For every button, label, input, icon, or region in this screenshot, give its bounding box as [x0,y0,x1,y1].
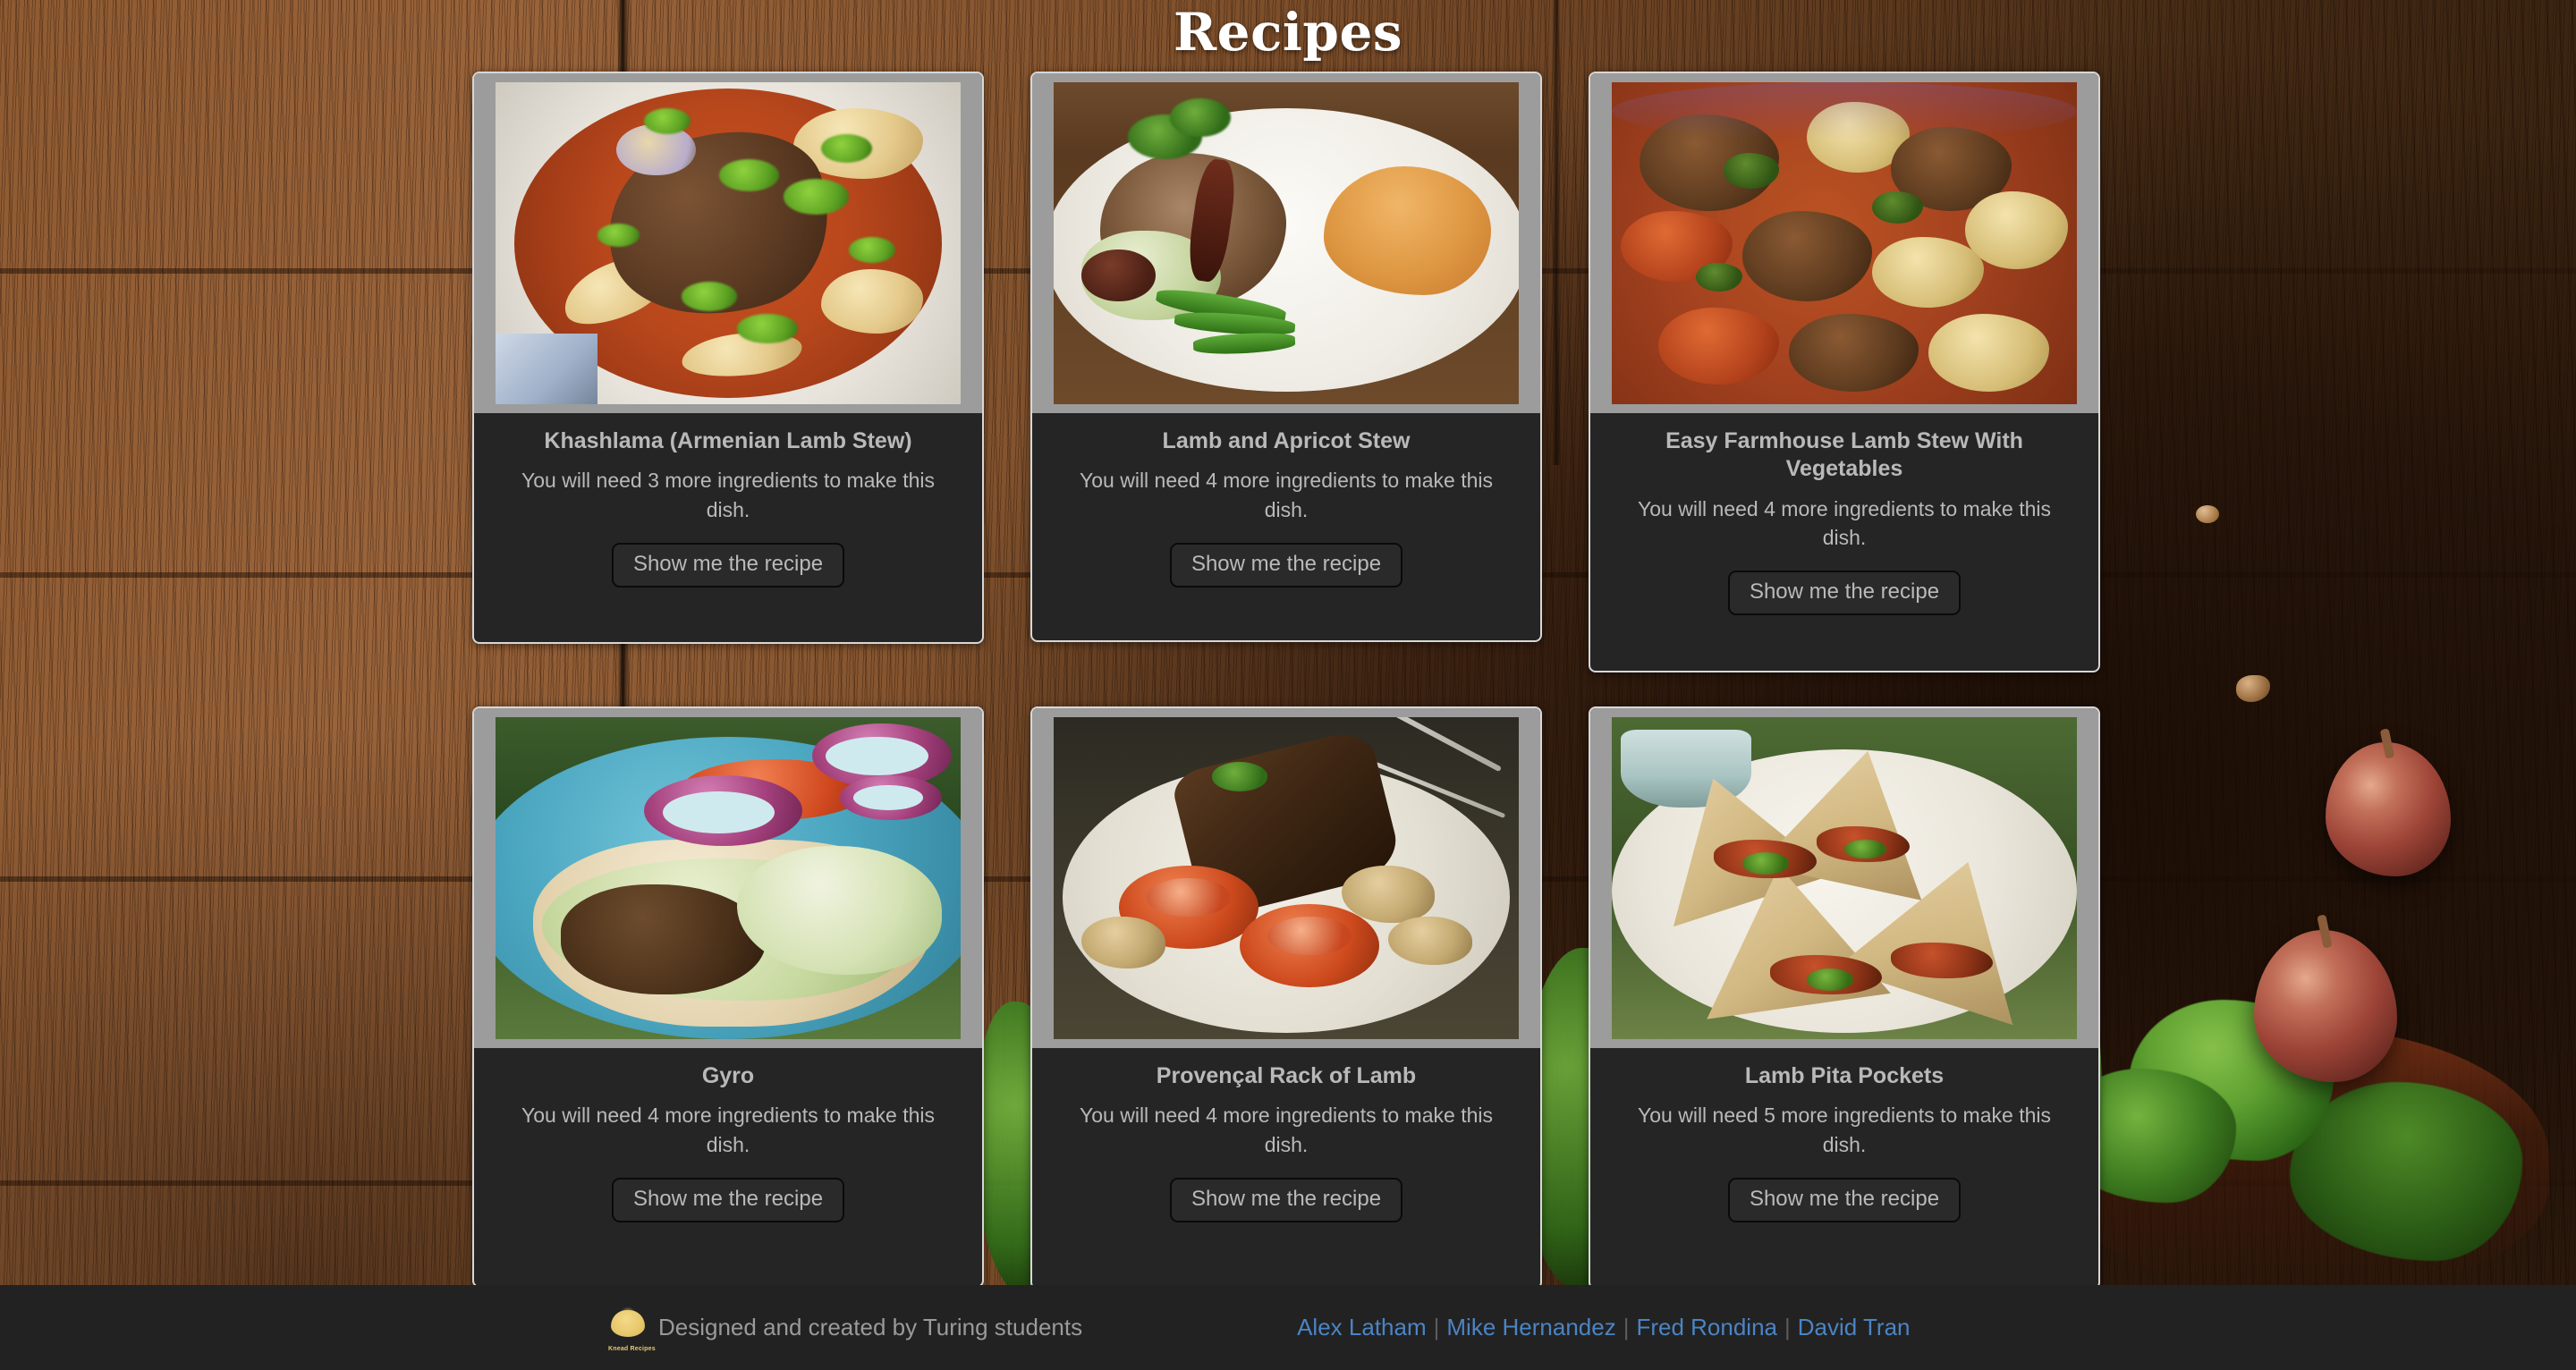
recipe-description: You will need 4 more ingredients to make… [521,1104,935,1156]
recipe-image [496,82,961,404]
recipe-description: You will need 3 more ingredients to make… [521,469,935,521]
logo-bread-loaf [611,1309,645,1337]
show-recipe-button[interactable]: Show me the recipe [611,1177,845,1222]
recipe-description: You will need 5 more ingredients to make… [1638,1104,2051,1156]
recipe-image-frame [1032,73,1540,413]
show-recipe-button[interactable]: Show me the recipe [611,542,845,588]
recipe-card[interactable]: Provençal Rack of Lamb You will need 4 m… [1030,706,1542,1290]
show-recipe-button[interactable]: Show me the recipe [1169,542,1403,588]
recipe-description: You will need 4 more ingredients to make… [1080,1104,1493,1156]
footer-brand: Knead Recipes Designed and created by Tu… [608,1305,1083,1352]
recipe-image-frame [1590,73,2098,413]
knead-recipes-logo-icon: Knead Recipes [608,1305,656,1352]
recipe-image [496,717,961,1039]
bread-crumb-icon [2196,505,2219,523]
recipe-card[interactable]: Khashlama (Armenian Lamb Stew) You will … [472,72,984,644]
recipe-card-body: Gyro You will need 4 more ingredients to… [474,1048,982,1242]
footer-credit: Designed and created by Turing students [658,1314,1083,1340]
recipe-image [1054,717,1519,1039]
recipe-card[interactable]: Lamb Pita Pockets You will need 5 more i… [1589,706,2100,1290]
recipe-title: Khashlama (Armenian Lamb Stew) [544,428,912,453]
footer-link-fred-rondina[interactable]: Fred Rondina [1636,1314,1777,1340]
show-recipe-button[interactable]: Show me the recipe [1727,1177,1962,1222]
wood-plank-seam-secondary [1552,0,1561,465]
recipe-card-body: Easy Farmhouse Lamb Stew With Vegetables… [1590,413,2098,635]
recipe-title: Easy Farmhouse Lamb Stew With Vegetables [1665,428,2023,482]
recipe-image [1054,82,1519,404]
footer-link-mike-hernandez[interactable]: Mike Hernandez [1446,1314,1615,1340]
logo-text: Knead Recipes [608,1345,656,1352]
recipe-image-frame [1590,708,2098,1048]
recipe-card-body: Provençal Rack of Lamb You will need 4 m… [1032,1048,1540,1242]
footer-links: Alex Latham | Mike Hernandez | Fred Rondina |… [1297,1314,1910,1341]
recipe-title: Gyro [701,1063,755,1088]
footer-link-separator: | [1784,1314,1791,1340]
page-title: Recipes [1173,2,1403,63]
recipe-title: Lamb Pita Pockets [1744,1063,1945,1088]
footer-link-alex-latham[interactable]: Alex Latham [1297,1314,1427,1340]
recipe-card-body: Khashlama (Armenian Lamb Stew) You will … [474,413,982,607]
footer-link-separator: | [1623,1314,1630,1340]
recipe-card-body: Lamb Pita Pockets You will need 5 more i… [1590,1048,2098,1242]
recipe-title: Provençal Rack of Lamb [1156,1063,1417,1088]
recipe-title: Lamb and Apricot Stew [1162,428,1411,453]
recipe-image-frame [474,708,982,1048]
recipe-image [1612,82,2077,404]
recipe-description: You will need 4 more ingredients to make… [1638,496,2051,550]
recipe-image [1612,717,2077,1039]
footer-link-david-tran[interactable]: David Tran [1798,1314,1911,1340]
recipe-image-frame [474,73,982,413]
show-recipe-button[interactable]: Show me the recipe [1169,1177,1403,1222]
recipe-card-body: Lamb and Apricot Stew You will need 4 mo… [1032,413,1540,607]
footer: Knead Recipes Designed and created by Tu… [0,1285,2576,1370]
footer-link-separator: | [1433,1314,1440,1340]
recipe-card[interactable]: Gyro You will need 4 more ingredients to… [472,706,984,1288]
recipe-description: You will need 4 more ingredients to make… [1080,469,1493,521]
show-recipe-button[interactable]: Show me the recipe [1727,570,1962,616]
recipe-card[interactable]: Easy Farmhouse Lamb Stew With Vegetables… [1589,72,2100,672]
recipe-card[interactable]: Lamb and Apricot Stew You will need 4 mo… [1030,72,1542,642]
recipe-image-frame [1032,708,1540,1048]
